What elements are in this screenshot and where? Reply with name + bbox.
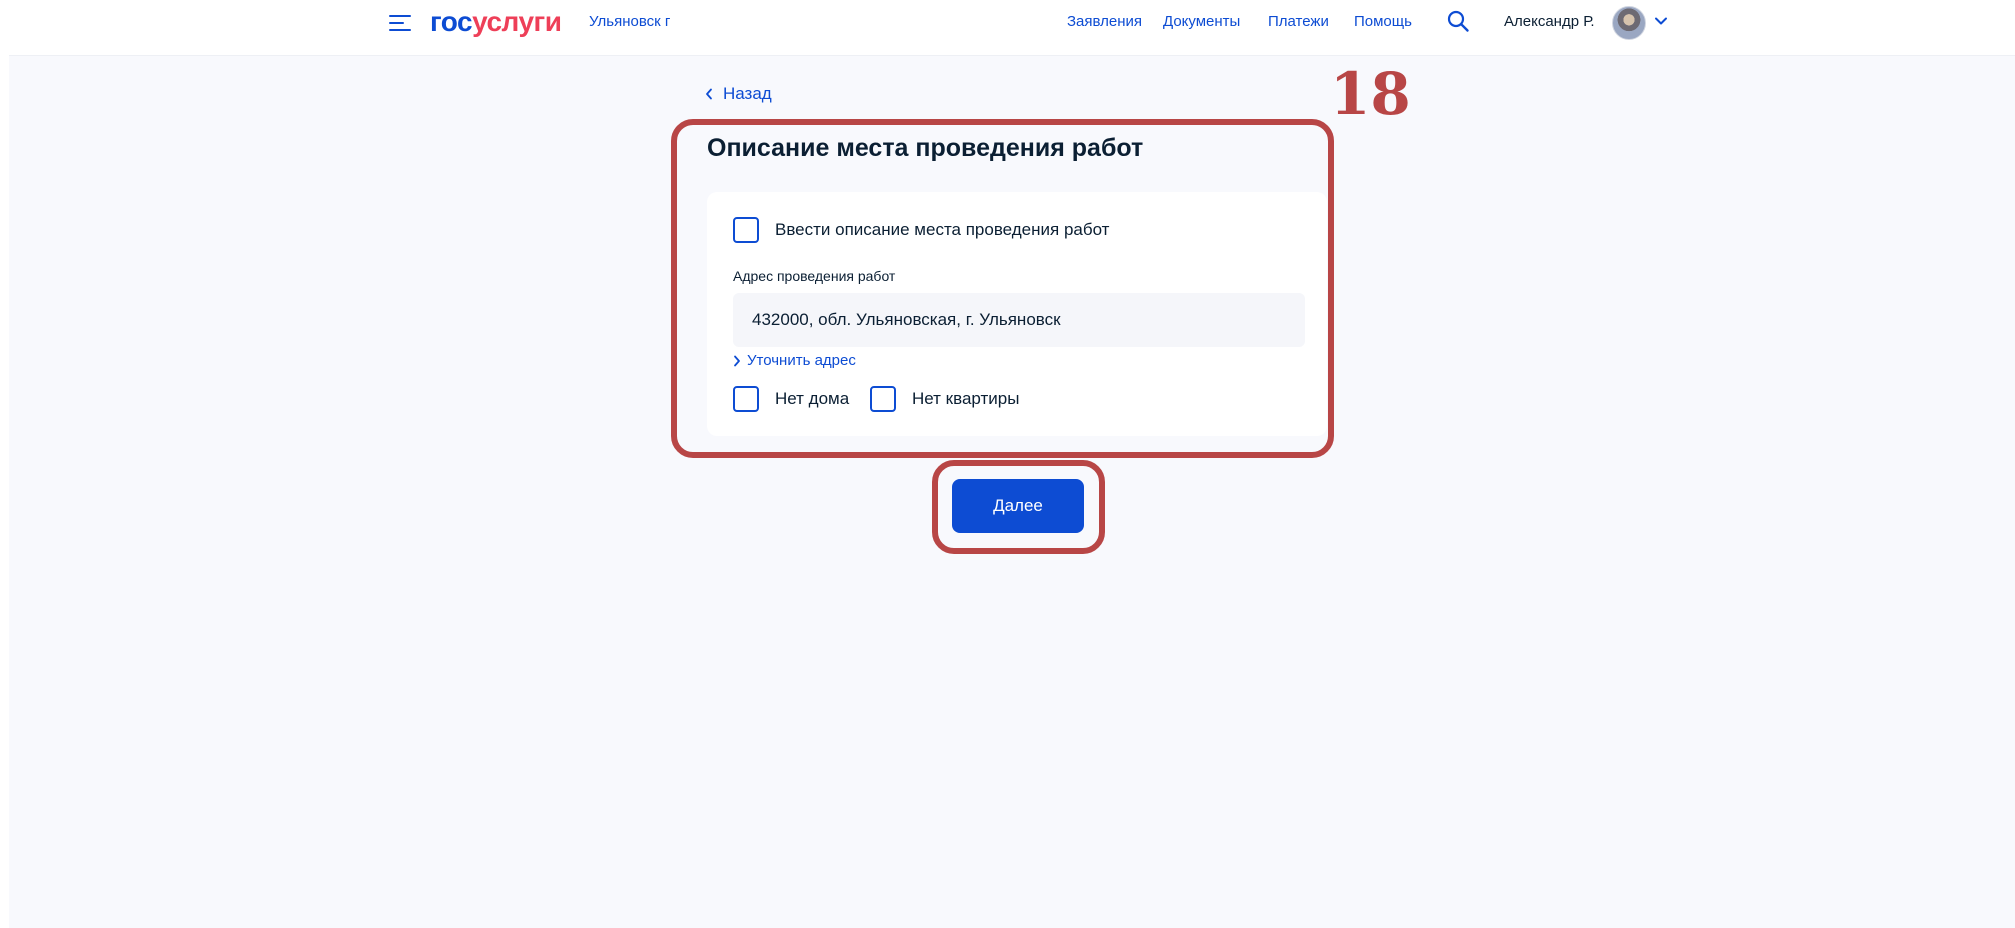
describe-place-checkbox-label: Ввести описание места проведения работ [775, 220, 1110, 239]
avatar[interactable] [1612, 6, 1646, 40]
logo-part-uslugi: услуги [472, 6, 562, 37]
no-apartment-checkbox[interactable] [870, 386, 896, 412]
nav-help[interactable]: Помощь [1354, 13, 1412, 30]
no-apartment-label: Нет квартиры [912, 389, 1020, 408]
address-field[interactable] [733, 293, 1305, 347]
chevron-right-icon [734, 355, 740, 366]
no-house-label: Нет дома [775, 389, 850, 408]
address-field-label: Адрес проведения работ [733, 268, 896, 284]
page-title: Описание места проведения работ [707, 134, 1144, 162]
nav-applications[interactable]: Заявления [1067, 13, 1142, 30]
page: госуслуги Ульяновск г Заявления Документ… [0, 0, 2015, 928]
chevron-left-icon [706, 88, 712, 100]
chevron-down-icon[interactable] [1654, 14, 1668, 28]
clarify-address-label: Уточнить адрес [747, 352, 856, 369]
city-selector[interactable]: Ульяновск г [589, 13, 670, 30]
clarify-address-link[interactable]: Уточнить адрес [733, 352, 856, 369]
top-header: госуслуги Ульяновск г Заявления Документ… [9, 0, 2015, 56]
no-house-checkbox[interactable] [733, 386, 759, 412]
logo-part-gos: гос [430, 6, 473, 37]
back-link-label: Назад [723, 84, 772, 103]
back-link[interactable]: Назад [705, 84, 772, 104]
nav-documents[interactable]: Документы [1163, 13, 1240, 30]
burger-menu-icon[interactable] [389, 14, 411, 32]
nav-payments[interactable]: Платежи [1268, 13, 1329, 30]
left-edge-strip [0, 0, 9, 928]
gosuslugi-logo[interactable]: госуслуги [430, 6, 562, 38]
user-name[interactable]: Александр Р. [1504, 13, 1595, 30]
search-icon[interactable] [1446, 9, 1470, 33]
annotation-step-number: 18 [1330, 60, 1411, 128]
describe-place-checkbox[interactable] [733, 217, 759, 243]
next-button[interactable]: Далее [952, 479, 1084, 533]
